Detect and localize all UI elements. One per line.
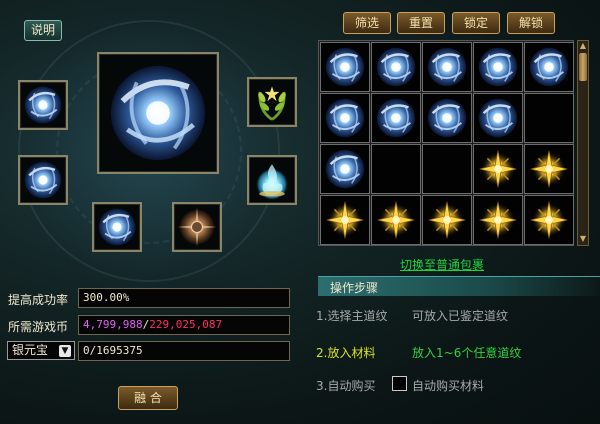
material-slot-3[interactable]: [92, 202, 142, 252]
success-rate-field: 300.00%: [78, 288, 290, 308]
teal-flame-icon: [255, 164, 289, 200]
cost-need: 229,025,087: [149, 318, 223, 331]
gold-star-icon: [377, 201, 415, 239]
blue-orb-icon: [325, 149, 365, 189]
inventory-cell[interactable]: [371, 144, 421, 194]
inventory-cell[interactable]: [371, 195, 421, 245]
gold-star-icon: [530, 201, 568, 239]
gold-star-icon: [326, 201, 364, 239]
green-wreath-icon: [258, 86, 286, 121]
inventory-cell[interactable]: [371, 93, 421, 143]
blue-orb-icon: [478, 47, 518, 87]
currency-label: 银元宝: [12, 343, 49, 357]
gold-star-icon: [479, 201, 517, 239]
scroll-up-icon[interactable]: ▲: [579, 42, 587, 50]
fuse-button[interactable]: 融 合: [118, 386, 178, 410]
step-2-title: 2.放入材料: [316, 346, 376, 360]
inventory-cell[interactable]: [422, 195, 472, 245]
step-3-desc: 自动购买材料: [412, 379, 485, 393]
step-2-desc: 放入1~6个任意道纹: [412, 346, 522, 360]
inventory-cell[interactable]: [473, 42, 523, 92]
scroll-thumb[interactable]: [579, 53, 587, 81]
lock-button[interactable]: 锁定: [452, 12, 500, 34]
inventory-cell[interactable]: [473, 195, 523, 245]
main-slot[interactable]: [97, 52, 219, 174]
currency-select[interactable]: 银元宝 ▼: [7, 341, 75, 360]
inventory-cell[interactable]: [524, 195, 574, 245]
material-slot-5[interactable]: [247, 77, 297, 127]
blue-orb-icon: [427, 47, 467, 87]
material-slot-6[interactable]: [247, 155, 297, 205]
inventory-cell[interactable]: [422, 42, 472, 92]
inventory-cell[interactable]: [320, 144, 370, 194]
inventory-cell[interactable]: [524, 42, 574, 92]
inventory-cell[interactable]: [422, 93, 472, 143]
blue-orb-icon: [325, 98, 365, 138]
success-rate-label: 提高成功率: [8, 293, 69, 307]
blue-orb-icon: [529, 47, 569, 87]
blue-orb-icon: [110, 65, 206, 161]
inventory-cell[interactable]: [320, 195, 370, 245]
gold-star-icon: [479, 150, 517, 188]
inventory-grid: [318, 40, 574, 246]
inventory-cell[interactable]: [320, 93, 370, 143]
blue-orb-icon: [98, 208, 136, 246]
reset-button[interactable]: 重置: [397, 12, 445, 34]
blue-orb-icon: [376, 47, 416, 87]
success-rate-value: 300.00%: [83, 291, 130, 304]
inventory-cell[interactable]: [422, 144, 472, 194]
cost-field: 4,799,988/229,025,087: [78, 315, 290, 335]
blue-orb-icon: [478, 98, 518, 138]
bronze-orb-icon: [177, 207, 217, 247]
currency-field: 0/1695375: [78, 341, 290, 361]
blue-orb-icon: [376, 98, 416, 138]
steps-header: 操作步骤: [318, 276, 600, 296]
gold-star-icon: [428, 201, 466, 239]
help-button[interactable]: 说明: [24, 20, 62, 41]
material-slot-4[interactable]: [172, 202, 222, 252]
step-3-title: 3.自动购买: [316, 379, 376, 393]
auto-buy-checkbox[interactable]: [392, 376, 407, 391]
scroll-down-icon[interactable]: ▼: [579, 235, 587, 243]
filter-button[interactable]: 筛选: [343, 12, 391, 34]
step-1-desc: 可放入已鉴定道纹: [412, 309, 509, 323]
cost-label: 所需游戏币: [8, 320, 69, 334]
step-1-title: 1.选择主道纹: [316, 309, 388, 323]
material-slot-2[interactable]: [18, 155, 68, 205]
blue-orb-icon: [24, 86, 62, 124]
steps-header-label: 操作步骤: [330, 281, 379, 295]
inventory-scrollbar[interactable]: ▲ ▼: [577, 40, 589, 246]
blue-orb-icon: [427, 98, 467, 138]
inventory-cell[interactable]: [320, 42, 370, 92]
inventory-cell[interactable]: [473, 144, 523, 194]
inventory-cell[interactable]: [371, 42, 421, 92]
blue-orb-icon: [325, 47, 365, 87]
inventory-cell[interactable]: [524, 144, 574, 194]
material-slot-1[interactable]: [18, 80, 68, 130]
blue-orb-icon: [24, 161, 62, 199]
inventory-cell[interactable]: [473, 93, 523, 143]
switch-bag-link[interactable]: 切换至普通包裹: [400, 256, 484, 273]
currency-value: 0/1695375: [83, 344, 143, 357]
gold-star-icon: [530, 150, 568, 188]
cost-have: 4,799,988: [83, 318, 143, 331]
chevron-down-icon[interactable]: ▼: [59, 345, 71, 357]
unlock-button[interactable]: 解锁: [507, 12, 555, 34]
inventory-cell[interactable]: [524, 93, 574, 143]
